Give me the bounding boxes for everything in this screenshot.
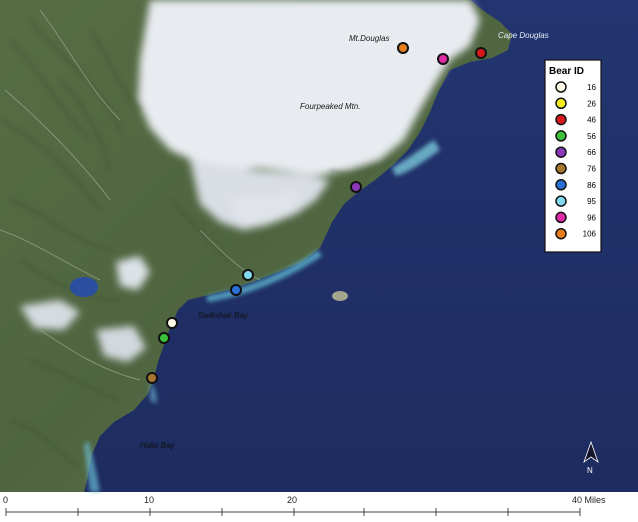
scale-bar: 0 10 20 40 Miles (3, 495, 606, 516)
bear-marker-95[interactable] (242, 269, 254, 281)
label-fourpeaked: Fourpeaked Mtn. (300, 102, 360, 111)
bear-marker-76[interactable] (146, 372, 158, 384)
lake (70, 277, 98, 297)
label-mt-douglas: Mt.Douglas (349, 34, 389, 43)
north-label: N (587, 466, 593, 475)
label-hallo-bay: Hallo Bay (140, 441, 175, 450)
legend-title: Bear ID (549, 66, 584, 77)
legend-swatch-56 (555, 130, 567, 142)
bear-marker-106[interactable] (397, 42, 409, 54)
legend-label-16: 16 (587, 83, 596, 92)
label-swikshak-bay: Swikshak Bay (198, 311, 249, 320)
legend-swatch-96 (555, 211, 567, 224)
legend-label-66: 66 (587, 148, 596, 157)
legend-label-46: 46 (587, 116, 596, 125)
bear-marker-86[interactable] (230, 284, 242, 296)
scale-label-20: 20 (287, 495, 297, 505)
legend-label-96: 96 (587, 213, 596, 222)
legend-swatch-106 (555, 227, 567, 240)
legend-swatch-26 (555, 97, 567, 110)
legend-swatch-76 (555, 162, 567, 175)
legend-swatch-86 (555, 179, 567, 191)
legend: Bear ID 16 26 46 56 66 76 86 95 96 106 (544, 59, 602, 253)
scale-label-10: 10 (144, 495, 154, 505)
legend-swatch-16 (555, 81, 567, 93)
legend-label-86: 86 (587, 181, 596, 190)
legend-swatch-95 (555, 195, 567, 207)
legend-label-95: 95 (587, 197, 596, 206)
legend-label-56: 56 (587, 132, 596, 141)
bear-marker-66[interactable] (350, 181, 362, 193)
legend-swatch-66 (555, 146, 567, 158)
scale-label-0: 0 (3, 495, 8, 505)
legend-label-26: 26 (587, 99, 596, 108)
island (332, 291, 348, 301)
label-cape-douglas: Cape Douglas (498, 31, 549, 40)
bear-marker-96[interactable] (437, 53, 449, 65)
legend-label-106: 106 (583, 230, 597, 239)
scale-label-40-miles: 40 Miles (572, 495, 606, 505)
map-canvas: Mt.Douglas Cape Douglas Fourpeaked Mtn. … (0, 0, 638, 516)
legend-label-76: 76 (587, 165, 596, 174)
bear-marker-46[interactable] (475, 47, 487, 59)
bear-marker-56[interactable] (158, 332, 170, 344)
bear-marker-16[interactable] (166, 317, 178, 329)
legend-swatch-46 (555, 113, 567, 126)
